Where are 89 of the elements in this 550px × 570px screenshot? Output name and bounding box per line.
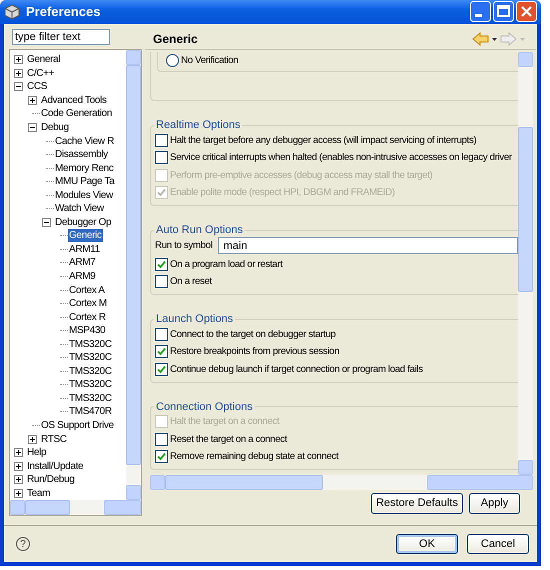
radio-label: No Verification [181, 55, 238, 66]
expand-icon[interactable] [14, 55, 23, 64]
tree-item[interactable]: Cortex R [68, 310, 107, 324]
help-button[interactable]: ? [16, 537, 30, 551]
dialog-button[interactable]: Cancel [467, 534, 529, 554]
tree-item[interactable]: Run/Debug [26, 473, 76, 486]
expand-icon[interactable] [14, 475, 23, 484]
checkbox[interactable] [155, 345, 168, 358]
checkbox-label: Halt the target before any debugger access (will impact servicing of interrupts) [170, 134, 476, 146]
expand-icon[interactable] [28, 434, 37, 444]
checkbox[interactable] [155, 134, 168, 147]
tree-item[interactable]: ARM11 [68, 242, 101, 256]
window-title: Preferences [26, 4, 102, 20]
tree-item[interactable]: MSP430 [68, 324, 106, 338]
tree-item[interactable]: C/C++ [26, 66, 56, 80]
tree-item[interactable]: Cache View R [54, 134, 115, 148]
checkbox-label: Enable polite mode (respect HPI, DBGM and FRAMEID) [170, 187, 395, 198]
tree-item[interactable]: TMS320C [68, 392, 113, 405]
tree-item[interactable]: Watch View [54, 202, 105, 216]
tree-item[interactable]: TMS320C [68, 364, 113, 378]
symbol-field[interactable]: main [218, 237, 518, 254]
expand-icon[interactable] [14, 68, 23, 78]
page-horizontal-scrollbar[interactable] [150, 474, 533, 490]
tree-item[interactable]: Cortex A [68, 284, 106, 297]
filter-field[interactable]: type filter text [12, 28, 110, 45]
checkbox-label: Remove remaining debug state at connect [170, 451, 338, 462]
collapse-icon[interactable] [28, 122, 37, 132]
group-title: Auto Run Options [155, 224, 244, 236]
checkbox[interactable] [155, 432, 168, 446]
expand-icon[interactable] [14, 488, 23, 498]
tree-item[interactable]: MMU Page Ta [54, 175, 116, 188]
group-title: Connection Options [155, 400, 254, 413]
app-icon [4, 4, 20, 20]
tree-item[interactable]: ARM9 [68, 270, 96, 283]
checkbox-label: Connect to the target on debugger startup [170, 328, 336, 340]
dialog-button[interactable]: Apply [469, 492, 520, 514]
tree-item[interactable]: Generic [68, 229, 103, 242]
tree-item[interactable]: Team [26, 486, 52, 500]
checkbox[interactable] [155, 328, 168, 341]
tree-item[interactable]: ARM7 [68, 256, 96, 270]
tree-item[interactable]: Advanced Tools [40, 94, 108, 107]
page-title: Generic [153, 32, 199, 46]
checkbox-label: On a reset [170, 276, 212, 288]
tree-item[interactable]: Disassembly [54, 148, 109, 162]
tree-item[interactable]: TMS320C [68, 378, 113, 392]
dialog-button[interactable]: OK [396, 534, 458, 554]
tree-item[interactable]: Debug [40, 120, 70, 134]
group-title: Realtime Options [155, 119, 242, 132]
collapse-icon[interactable] [42, 218, 51, 227]
tree-item[interactable]: TMS320C [68, 338, 113, 351]
tree-item[interactable]: RTSC [40, 432, 68, 446]
checkbox-label: Perform pre-emptive accesses (debug access may stall the target) [170, 170, 432, 181]
tree-item[interactable]: TMS320C [68, 351, 113, 364]
checkbox[interactable] [155, 450, 168, 464]
minimize-button[interactable] [470, 1, 491, 22]
expand-icon[interactable] [28, 96, 37, 105]
checkbox-label: Reset the target on a connect [170, 434, 287, 445]
group-title: Launch Options [155, 313, 234, 326]
tree-item[interactable]: TMS470R [68, 405, 113, 418]
tree-item[interactable]: Modules View [54, 188, 114, 202]
expand-icon[interactable] [14, 462, 23, 471]
collapse-icon[interactable] [14, 82, 23, 92]
tree-item[interactable]: Debugger Op [54, 216, 112, 229]
checkbox-label: Service critical interrupts when halted (enables non-intrusive accesses on legacy driver [170, 152, 512, 164]
tree-item[interactable]: Help [26, 446, 48, 460]
checkbox[interactable] [155, 275, 168, 288]
tree-item[interactable]: Memory Renc [54, 162, 114, 175]
checkbox-label: Restore breakpoints from previous session [170, 346, 340, 358]
dialog-button[interactable]: Restore Defaults [371, 492, 463, 514]
tree-item[interactable]: CCS [26, 80, 48, 94]
tree-item[interactable]: Cortex M [68, 297, 108, 310]
checkbox-label: Halt the target on a connect [170, 416, 280, 428]
checkbox[interactable] [155, 151, 168, 164]
checkbox[interactable] [155, 258, 168, 271]
tree-item[interactable]: OS Support Drive [40, 418, 115, 432]
tree-item[interactable]: General [26, 53, 62, 66]
page-scrollbar[interactable] [518, 52, 533, 475]
maximize-button[interactable] [493, 1, 514, 22]
expand-icon[interactable] [14, 448, 23, 458]
checkbox-label: Continue debug launch if target connection or program load fails [170, 364, 423, 375]
tree-horizontal-scrollbar[interactable] [10, 500, 141, 515]
radio-button[interactable] [166, 54, 179, 68]
checkbox[interactable] [155, 362, 168, 376]
close-button[interactable] [516, 1, 537, 22]
tree-item[interactable]: Install/Update [26, 460, 84, 473]
field-label: Run to symbol [155, 240, 212, 252]
tree-item[interactable]: Code Generation [40, 107, 113, 120]
checkbox-label: On a program load or restart [170, 258, 282, 270]
tree-scrollbar[interactable] [126, 50, 141, 500]
